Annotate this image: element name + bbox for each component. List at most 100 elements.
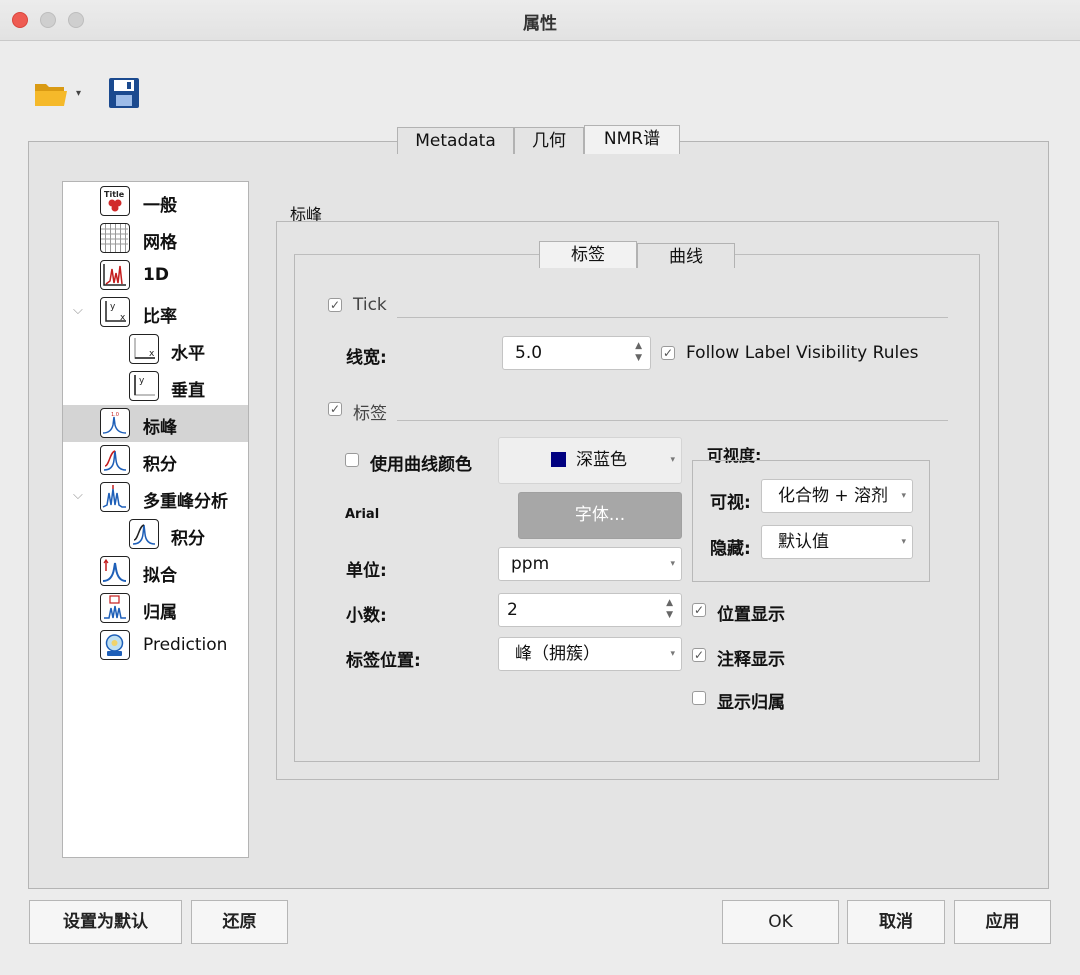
cancel-button[interactable]: 取消 (847, 900, 945, 944)
save-icon[interactable] (108, 77, 140, 109)
tree-item-horizontal[interactable]: x 水平 (63, 331, 248, 368)
use-curve-color-label: 使用曲线颜色 (370, 455, 472, 475)
tree-label: 1D (143, 265, 169, 285)
prediction-icon (100, 630, 130, 660)
grid-icon (100, 223, 130, 253)
use-curve-color-checkbox[interactable] (345, 453, 359, 467)
color-select[interactable]: 深蓝色 ▾ (498, 437, 682, 484)
tree-label: Prediction (143, 635, 228, 655)
peak-pick-icon: 1.0 (100, 408, 130, 438)
tree-item-ratio[interactable]: ⌵ yx 比率 (63, 294, 248, 331)
dropdown-caret-icon: ▾ (670, 559, 675, 569)
font-button[interactable]: 字体... (518, 492, 682, 539)
set-default-button[interactable]: 设置为默认 (29, 900, 182, 944)
open-dropdown-icon[interactable]: ▾ (76, 88, 81, 99)
svg-text:Title: Title (104, 190, 125, 199)
labels-section-label: 标签 (353, 404, 387, 424)
chevron-down-icon[interactable]: ⌵ (73, 303, 83, 318)
tree-item-general[interactable]: Title 一般 (63, 183, 248, 220)
unit-select[interactable]: ppm ▾ (498, 547, 682, 581)
unit-label: 单位: (346, 561, 387, 581)
chevron-down-icon[interactable]: ⌵ (73, 488, 83, 503)
tree-label: 网格 (143, 233, 177, 253)
visible-select[interactable]: 化合物 + 溶剂 ▾ (761, 479, 913, 513)
hidden-label: 隐藏: (710, 539, 751, 559)
tree-label: 拟合 (143, 566, 177, 586)
font-name: Arial (345, 507, 380, 522)
settings-tree[interactable]: Title 一般 网格 1D ⌵ yx 比率 x 水平 y 垂直 1.0 标峰 … (62, 181, 249, 858)
tree-item-multiplet-integral[interactable]: 积分 (63, 516, 248, 553)
vertical-axis-icon: y (129, 371, 159, 401)
svg-text:1.0: 1.0 (111, 412, 119, 418)
tree-item-multiplet[interactable]: ⌵ 多重峰分析 (63, 479, 248, 516)
dropdown-caret-icon: ▾ (670, 649, 675, 659)
spectrum-1d-icon (100, 260, 130, 290)
color-swatch (551, 452, 566, 467)
unit-value: ppm (511, 554, 550, 574)
font-button-label: 字体... (574, 505, 626, 525)
tree-label: 垂直 (171, 381, 205, 401)
tick-separator (397, 317, 948, 318)
visible-label: 可视: (710, 493, 751, 513)
tree-item-vertical[interactable]: y 垂直 (63, 368, 248, 405)
tab-metadata[interactable]: Metadata (397, 127, 514, 154)
dropdown-caret-icon: ▾ (670, 455, 675, 465)
svg-text:y: y (139, 376, 145, 386)
tree-item-grid[interactable]: 网格 (63, 220, 248, 257)
hidden-value: 默认值 (778, 532, 829, 552)
tab-geometry[interactable]: 几何 (514, 127, 584, 154)
line-width-stepper[interactable]: 5.0 ▲ ▼ (502, 336, 651, 370)
show-position-checkbox[interactable]: ✓ (692, 603, 706, 617)
follow-visibility-checkbox[interactable]: ✓ (661, 346, 675, 360)
line-width-value: 5.0 (515, 343, 543, 363)
axes-icon: yx (100, 297, 130, 327)
svg-text:x: x (149, 349, 155, 359)
apply-button[interactable]: 应用 (954, 900, 1051, 944)
open-folder-icon[interactable] (34, 80, 68, 108)
tab-line-right (735, 254, 980, 255)
label-position-value: 峰（拥簇） (515, 644, 600, 664)
hidden-select[interactable]: 默认值 ▾ (761, 525, 913, 559)
stepper-arrows-icon[interactable]: ▲ ▼ (635, 340, 642, 364)
tree-label: 积分 (143, 455, 177, 475)
tree-item-assignment[interactable]: 归属 (63, 590, 248, 627)
visible-value: 化合物 + 溶剂 (778, 486, 889, 506)
show-annotation-checkbox[interactable]: ✓ (692, 648, 706, 662)
title-icon: Title (100, 186, 130, 216)
multiplet-icon (100, 482, 130, 512)
tree-label: 积分 (171, 529, 205, 549)
tree-item-peak-picking[interactable]: 1.0 标峰 (63, 405, 248, 442)
decimals-value: 2 (507, 600, 518, 620)
assignment-icon (100, 593, 130, 623)
show-position-label: 位置显示 (717, 605, 785, 625)
tick-checkbox[interactable]: ✓ (328, 298, 342, 312)
decimals-stepper[interactable]: 2 ▲ ▼ (498, 593, 682, 627)
tree-label: 水平 (171, 344, 205, 364)
fitting-icon (100, 556, 130, 586)
tree-item-1d[interactable]: 1D (63, 257, 248, 294)
tab-line-left (294, 254, 539, 255)
labels-checkbox[interactable]: ✓ (328, 402, 342, 416)
tree-label: 标峰 (143, 418, 177, 438)
svg-text:x: x (120, 313, 126, 323)
integral-icon (100, 445, 130, 475)
tree-item-integral[interactable]: 积分 (63, 442, 248, 479)
tree-label: 多重峰分析 (143, 492, 228, 512)
ok-button[interactable]: OK (722, 900, 839, 944)
tab-nmr-spectrum[interactable]: NMR谱 (584, 125, 680, 154)
tree-label: 比率 (143, 307, 177, 327)
restore-button[interactable]: 还原 (191, 900, 288, 944)
tree-item-prediction[interactable]: Prediction (63, 627, 248, 664)
show-annotation-label: 注释显示 (717, 650, 785, 670)
label-position-select[interactable]: 峰（拥簇） ▾ (498, 637, 682, 671)
tree-item-fitting[interactable]: 拟合 (63, 553, 248, 590)
color-value: 深蓝色 (576, 450, 627, 470)
line-width-label: 线宽: (346, 348, 387, 368)
show-assignment-checkbox[interactable] (692, 691, 706, 705)
tick-label: Tick (353, 295, 387, 315)
decimals-label: 小数: (346, 606, 387, 626)
svg-text:y: y (110, 302, 116, 312)
stepper-arrows-icon[interactable]: ▲ ▼ (666, 597, 673, 621)
dropdown-caret-icon: ▾ (901, 537, 906, 547)
title-bar: 属性 (0, 0, 1080, 41)
